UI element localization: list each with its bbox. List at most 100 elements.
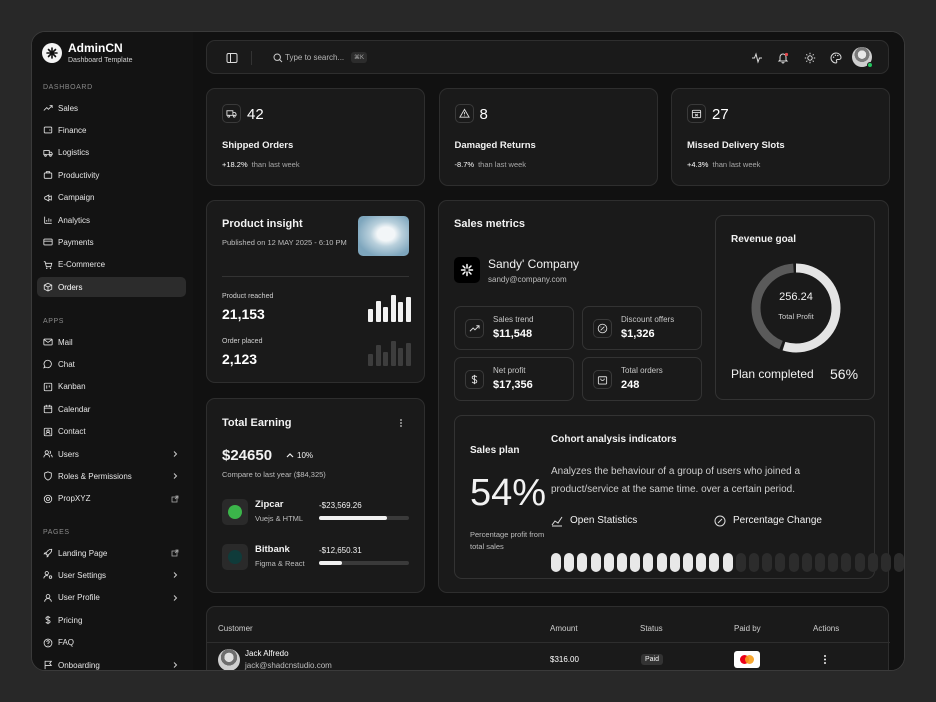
metric-value: $17,356 bbox=[493, 379, 533, 391]
progress-pill bbox=[788, 553, 799, 572]
customer-name: Jack Alfredo bbox=[245, 649, 289, 658]
sidebar-item-payments[interactable]: Payments bbox=[37, 232, 186, 252]
progress-pill bbox=[577, 553, 588, 572]
progress-pill bbox=[603, 553, 614, 572]
stat-delta-value: -8.7% bbox=[454, 160, 475, 169]
sidebar-item-landing-page[interactable]: Landing Page bbox=[37, 543, 186, 563]
metric-tile-discount-offers: Discount offers $1,326 bbox=[582, 306, 702, 350]
sidebar-item-mail[interactable]: Mail bbox=[37, 332, 186, 352]
sidebar-item-calendar[interactable]: Calendar bbox=[37, 399, 186, 419]
sidebar-item-sales[interactable]: Sales bbox=[37, 98, 186, 118]
percent-circle-icon bbox=[714, 515, 726, 527]
metric-label: Discount offers bbox=[621, 315, 675, 324]
plan-completed-label: Plan completed bbox=[731, 367, 814, 381]
column-header-paid-by[interactable]: Paid by bbox=[734, 624, 761, 633]
main-content: Type to search... ⌘K 42 Shipped Orders +… bbox=[193, 32, 904, 670]
brand-title: AdminCN bbox=[68, 41, 123, 55]
bell-icon[interactable] bbox=[777, 52, 789, 64]
column-header-amount[interactable]: Amount bbox=[550, 624, 578, 633]
sidebar-item-label: Onboarding bbox=[58, 660, 100, 670]
sidebar-item-onboarding[interactable]: Onboarding bbox=[37, 655, 186, 670]
chevron-right-icon bbox=[173, 451, 178, 457]
insight-bar bbox=[383, 351, 388, 366]
brand-subtitle: Dashboard Template bbox=[68, 57, 133, 64]
sidebar-item-kanban[interactable]: Kanban bbox=[37, 377, 186, 397]
palette-icon[interactable] bbox=[830, 52, 842, 64]
progress-pill bbox=[801, 553, 812, 572]
sun-icon[interactable] bbox=[804, 52, 816, 64]
mastercard-icon bbox=[734, 651, 760, 668]
sidebar-item-productivity[interactable]: Productivity bbox=[37, 165, 186, 185]
stat-icon-box bbox=[687, 104, 706, 123]
sidebar-item-analytics[interactable]: Analytics bbox=[37, 210, 186, 230]
sidebar-item-logistics[interactable]: Logistics bbox=[37, 143, 186, 163]
progress-pill bbox=[590, 553, 601, 572]
progress-pill bbox=[669, 553, 680, 572]
open-statistics-link[interactable]: Open Statistics bbox=[570, 515, 637, 526]
wallet-icon bbox=[43, 127, 53, 134]
metric-icon-box bbox=[593, 319, 612, 338]
status-badge: Paid bbox=[641, 654, 664, 665]
sidebar-item-label: Sales bbox=[58, 103, 79, 113]
insight-bar bbox=[368, 309, 373, 322]
search-input[interactable]: Type to search... bbox=[285, 53, 344, 62]
topbar: Type to search... ⌘K bbox=[206, 40, 889, 74]
sidebar-item-finance[interactable]: Finance bbox=[37, 120, 186, 140]
help-icon bbox=[43, 638, 53, 647]
customer-email: jack@shadcnstudio.com bbox=[245, 661, 332, 670]
sidebar-item-orders[interactable]: Orders bbox=[37, 277, 186, 298]
sidebar-item-pricing[interactable]: Pricing bbox=[37, 610, 186, 630]
metric-label: Total orders bbox=[621, 366, 663, 375]
search-shortcut: ⌘K bbox=[351, 52, 368, 63]
row-actions-icon[interactable] bbox=[822, 654, 828, 665]
cohort-title: Cohort analysis indicators bbox=[551, 434, 677, 445]
placed-label: Order placed bbox=[222, 338, 263, 345]
insight-published: Published on 12 MAY 2025 - 6:10 PM bbox=[222, 238, 347, 247]
dollar-icon bbox=[471, 374, 478, 385]
activity-icon[interactable] bbox=[751, 52, 763, 64]
mail-icon bbox=[43, 338, 53, 346]
sidebar-item-contact[interactable]: Contact bbox=[37, 422, 186, 442]
insight-bar bbox=[390, 295, 396, 322]
shield-icon bbox=[44, 471, 52, 482]
more-vertical-icon[interactable] bbox=[398, 418, 404, 428]
stat-delta-note: than last week bbox=[712, 160, 761, 169]
sidebar-item-chat[interactable]: Chat bbox=[37, 354, 186, 374]
app-window: AdminCN Dashboard Template DASHBOARD Sal… bbox=[31, 31, 905, 671]
metric-icon-box bbox=[465, 319, 484, 338]
zipcar-logo-icon bbox=[222, 499, 248, 525]
sidebar-item-campaign[interactable]: Campaign bbox=[37, 188, 186, 208]
sidebar-item-label: Kanban bbox=[58, 382, 86, 392]
revenue-value: 256.24 bbox=[779, 291, 813, 303]
sidebar-item-faq[interactable]: FAQ bbox=[37, 633, 186, 653]
sidebar-item-propxyz[interactable]: PropXYZ bbox=[37, 489, 186, 509]
column-header-customer[interactable]: Customer bbox=[218, 624, 253, 633]
truck-icon bbox=[43, 149, 53, 157]
insight-bar bbox=[368, 354, 373, 366]
sidebar-item-label: Orders bbox=[58, 282, 83, 292]
progress-pill bbox=[815, 553, 825, 572]
brand[interactable]: AdminCN Dashboard Template bbox=[42, 42, 132, 64]
sidebar-item-users[interactable]: Users bbox=[37, 444, 186, 464]
sidebar-item-user-profile[interactable]: User Profile bbox=[37, 588, 186, 608]
earning-amount: $24650 bbox=[222, 447, 273, 464]
stat-card-damaged-returns: 8 Damaged Returns -8.7% than last week bbox=[438, 88, 658, 186]
column-header-status[interactable]: Status bbox=[640, 624, 663, 633]
stat-value: 8 bbox=[479, 106, 488, 123]
sidebar-item-roles-permissions[interactable]: Roles & Permissions bbox=[37, 466, 186, 486]
earning-item-progress bbox=[319, 561, 409, 565]
sidebar-item-label: FAQ bbox=[58, 638, 75, 648]
sidebar-toggle-icon[interactable] bbox=[226, 52, 238, 64]
kanban-icon bbox=[43, 382, 53, 391]
users-icon bbox=[43, 450, 53, 458]
sidebar-item-user-settings[interactable]: User Settings bbox=[37, 565, 186, 585]
column-header-actions[interactable]: Actions bbox=[813, 624, 839, 633]
sidebar-item-e-commerce[interactable]: E-Commerce bbox=[37, 255, 186, 275]
earning-compare: Compare to last year ($84,325) bbox=[222, 470, 326, 479]
percentage-change-link[interactable]: Percentage Change bbox=[733, 515, 822, 526]
company-logo-icon bbox=[454, 257, 480, 283]
search-icon[interactable] bbox=[273, 53, 283, 63]
sales-plan-title: Sales plan bbox=[470, 445, 520, 456]
revenue-title: Revenue goal bbox=[731, 234, 797, 245]
sidebar-item-label: User Profile bbox=[58, 593, 100, 603]
